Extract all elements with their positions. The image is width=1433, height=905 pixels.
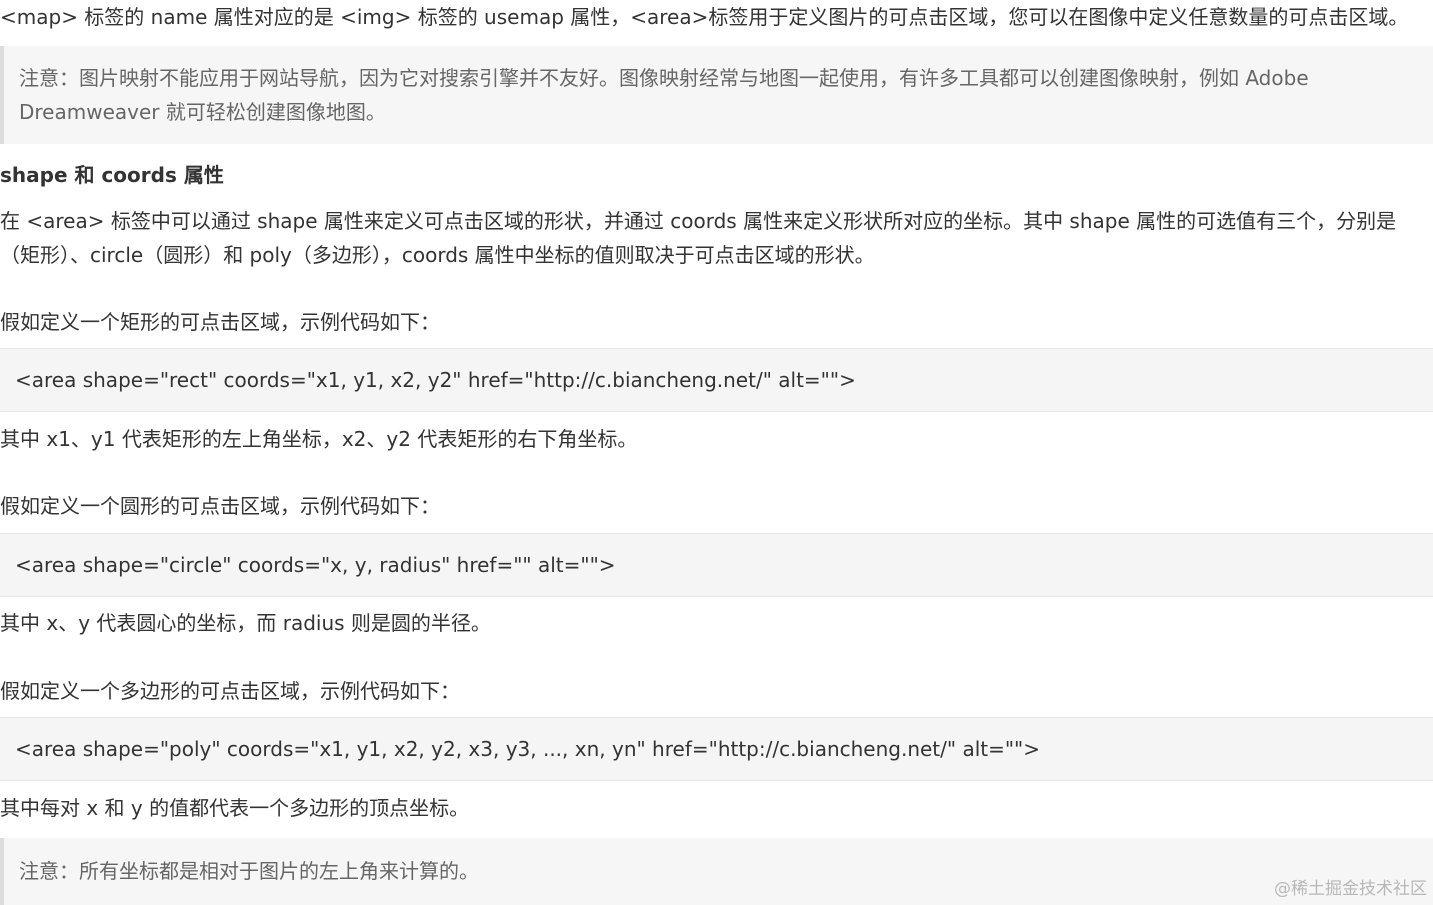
section-paragraph-line-1: 在 <area> 标签中可以通过 shape 属性来定义可点击区域的形状，并通过…: [0, 209, 1397, 233]
poly-code-block: <area shape="poly" coords="x1, y1, x2, y…: [0, 717, 1433, 781]
note-blockquote-navigation: 注意：图片映射不能应用于网站导航，因为它对搜索引擎并不友好。图像映射经常与地图一…: [0, 46, 1433, 144]
note-line-1: 注意：图片映射不能应用于网站导航，因为它对搜索引擎并不友好。图像映射经常与地图一…: [19, 66, 1309, 90]
note-line-1: 注意：所有坐标都是相对于图片的左上角来计算的。: [19, 859, 479, 883]
note-blockquote-coordinates: 注意：所有坐标都是相对于图片的左上角来计算的。: [0, 838, 1433, 905]
section-heading: shape 和 coords 属性: [0, 163, 224, 187]
poly-intro: 假如定义一个多边形的可点击区域，示例代码如下：: [0, 679, 460, 703]
watermark: @稀土掘金技术社区: [1274, 879, 1427, 899]
rect-code-block: <area shape="rect" coords="x1, y1, x2, y…: [0, 348, 1433, 412]
circle-explanation: 其中 x、y 代表圆心的坐标，而 radius 则是圆的半径。: [0, 611, 491, 635]
rect-intro: 假如定义一个矩形的可点击区域，示例代码如下：: [0, 310, 440, 334]
rect-explanation: 其中 x1、y1 代表矩形的左上角坐标，x2、y2 代表矩形的右下角坐标。: [0, 427, 638, 451]
intro-paragraph: <map> 标签的 name 属性对应的是 <img> 标签的 usemap 属…: [0, 5, 1409, 29]
note-line-2: Dreamweaver 就可轻松创建图像地图。: [19, 100, 386, 124]
section-paragraph-line-2: （矩形）、circle（圆形）和 poly（多边形），coords 属性中坐标的…: [0, 243, 875, 267]
circle-code-block: <area shape="circle" coords="x, y, radiu…: [0, 533, 1433, 597]
circle-intro: 假如定义一个圆形的可点击区域，示例代码如下：: [0, 494, 440, 518]
poly-explanation: 其中每对 x 和 y 的值都代表一个多边形的顶点坐标。: [0, 796, 470, 820]
